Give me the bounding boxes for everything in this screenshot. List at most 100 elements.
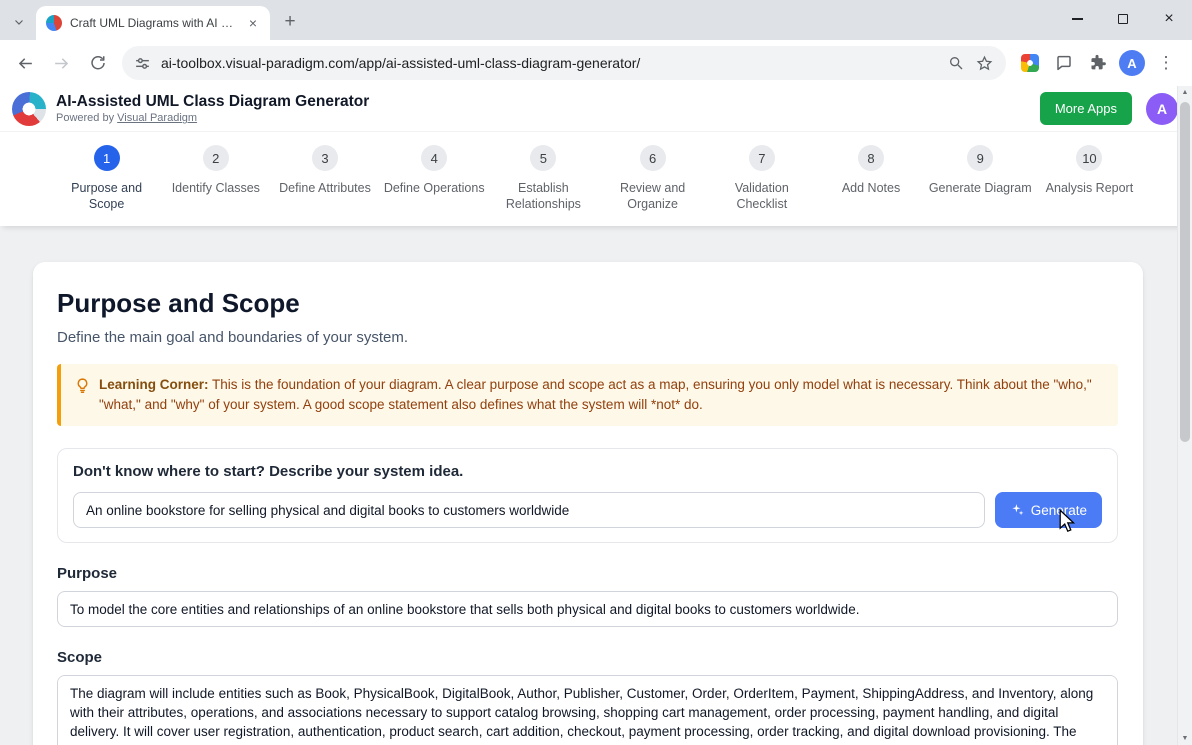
browser-action-button[interactable]	[1014, 47, 1046, 79]
account-avatar[interactable]: A	[1146, 93, 1178, 125]
lightbulb-icon	[74, 377, 91, 400]
address-bar[interactable]: ai-toolbox.visual-paradigm.com/app/ai-as…	[122, 46, 1006, 80]
zoom-icon	[948, 55, 964, 71]
maximize-icon	[1118, 14, 1128, 24]
back-arrow-icon	[16, 54, 35, 73]
step-label: Validation Checklist	[709, 180, 815, 213]
visual-paradigm-logo	[12, 92, 46, 126]
step-5-establish-relationships[interactable]: 5 Establish Relationships	[489, 145, 598, 213]
purpose-input[interactable]	[57, 591, 1118, 627]
extensions-puzzle-icon	[1089, 54, 1107, 72]
browser-menu-button[interactable]: ⋮	[1150, 47, 1182, 79]
scrollbar-up-icon[interactable]: ▲	[1178, 89, 1192, 96]
learning-corner-label: Learning Corner:	[99, 377, 209, 392]
ai-sparkle-icon	[1010, 503, 1024, 517]
profile-avatar-button[interactable]: A	[1116, 47, 1148, 79]
browser-toolbar: ai-toolbox.visual-paradigm.com/app/ai-as…	[0, 40, 1192, 86]
page-subtitle: Define the main goal and boundaries of y…	[57, 329, 1118, 346]
step-9-generate-diagram[interactable]: 9 Generate Diagram	[926, 145, 1035, 213]
bookmark-star-icon	[976, 55, 993, 72]
system-idea-input[interactable]	[73, 492, 985, 528]
browser-action-icon	[1021, 54, 1039, 72]
step-4-define-operations[interactable]: 4 Define Operations	[380, 145, 489, 213]
close-icon: ×	[1164, 11, 1173, 27]
step-7-validation-checklist[interactable]: 7 Validation Checklist	[707, 145, 816, 213]
step-number: 6	[640, 145, 666, 171]
forward-arrow-icon	[52, 54, 71, 73]
step-number: 8	[858, 145, 884, 171]
step-3-define-attributes[interactable]: 3 Define Attributes	[270, 145, 379, 213]
three-dot-menu-icon: ⋮	[1158, 53, 1175, 73]
step-label: Add Notes	[842, 180, 900, 196]
chevron-down-icon	[13, 16, 25, 28]
app-title-block: AI-Assisted UML Class Diagram Generator …	[56, 93, 369, 125]
browser-chrome: Craft UML Diagrams with AI - A... × + × …	[0, 0, 1192, 86]
page-content: Purpose and Scope Define the main goal a…	[0, 226, 1192, 745]
purpose-label: Purpose	[57, 565, 1118, 582]
step-number: 4	[421, 145, 447, 171]
page-title: Purpose and Scope	[57, 288, 1118, 319]
maximize-button[interactable]	[1100, 0, 1146, 38]
tab-strip: Craft UML Diagrams with AI - A... × + ×	[0, 0, 1192, 40]
system-idea-row: Generate	[73, 492, 1102, 528]
forward-button[interactable]	[44, 46, 78, 80]
step-label: Review and Organize	[600, 180, 706, 213]
generate-button[interactable]: Generate	[995, 492, 1102, 528]
tab-close-icon[interactable]: ×	[244, 14, 262, 32]
tab-title: Craft UML Diagrams with AI - A...	[70, 16, 236, 30]
step-label: Purpose and Scope	[54, 180, 160, 213]
powered-by: Powered by Visual Paradigm	[56, 112, 369, 124]
more-apps-button[interactable]: More Apps	[1040, 92, 1132, 125]
step-2-identify-classes[interactable]: 2 Identify Classes	[161, 145, 270, 213]
extensions-button[interactable]	[1082, 47, 1114, 79]
step-number: 10	[1076, 145, 1102, 171]
tab-search-button[interactable]	[6, 9, 32, 35]
system-idea-card: Don't know where to start? Describe your…	[57, 448, 1118, 543]
system-idea-heading: Don't know where to start? Describe your…	[73, 463, 1102, 480]
stepper: 1 Purpose and Scope 2 Identify Classes 3…	[0, 132, 1192, 226]
close-button[interactable]: ×	[1146, 0, 1192, 38]
chat-button[interactable]	[1048, 47, 1080, 79]
step-number: 2	[203, 145, 229, 171]
generate-button-label: Generate	[1031, 503, 1087, 518]
visual-paradigm-link[interactable]: Visual Paradigm	[117, 112, 197, 124]
step-10-analysis-report[interactable]: 10 Analysis Report	[1035, 145, 1144, 213]
tab-favicon-icon	[46, 15, 62, 31]
step-number: 3	[312, 145, 338, 171]
minimize-button[interactable]	[1054, 0, 1100, 38]
step-number: 9	[967, 145, 993, 171]
profile-avatar: A	[1119, 50, 1145, 76]
reload-icon	[88, 54, 106, 72]
zoom-button[interactable]	[942, 49, 970, 77]
scrollbar-down-icon[interactable]: ▼	[1178, 735, 1192, 742]
back-button[interactable]	[8, 46, 42, 80]
step-label: Define Attributes	[279, 180, 371, 196]
step-label: Generate Diagram	[929, 180, 1032, 196]
step-1-purpose-and-scope[interactable]: 1 Purpose and Scope	[52, 145, 161, 213]
step-number: 5	[530, 145, 556, 171]
step-label: Analysis Report	[1046, 180, 1134, 196]
chat-icon	[1055, 54, 1073, 72]
reload-button[interactable]	[80, 46, 114, 80]
step-number: 1	[94, 145, 120, 171]
step-8-add-notes[interactable]: 8 Add Notes	[816, 145, 925, 213]
step-label: Identify Classes	[172, 180, 260, 196]
app-title: AI-Assisted UML Class Diagram Generator	[56, 93, 369, 111]
url-text[interactable]: ai-toolbox.visual-paradigm.com/app/ai-as…	[161, 55, 942, 71]
step-label: Define Operations	[384, 180, 485, 196]
scope-textarea[interactable]: The diagram will include entities such a…	[57, 675, 1118, 745]
screen: { "browser": { "tab_title": "Craft UML D…	[0, 0, 1192, 745]
step-label: Establish Relationships	[490, 180, 596, 213]
step-6-review-and-organize[interactable]: 6 Review and Organize	[598, 145, 707, 213]
main-card: Purpose and Scope Define the main goal a…	[33, 262, 1143, 745]
scrollbar-thumb[interactable]	[1180, 102, 1190, 442]
learning-corner: Learning Corner: This is the foundation …	[57, 364, 1118, 427]
browser-tab[interactable]: Craft UML Diagrams with AI - A... ×	[36, 6, 270, 40]
new-tab-button[interactable]: +	[276, 8, 304, 36]
learning-corner-text: Learning Corner: This is the foundation …	[99, 375, 1102, 416]
step-number: 7	[749, 145, 775, 171]
site-info-icon[interactable]	[134, 55, 151, 72]
page-scrollbar[interactable]: ▲ ▼	[1177, 86, 1192, 745]
bookmark-star-button[interactable]	[970, 49, 998, 77]
app-header: AI-Assisted UML Class Diagram Generator …	[0, 86, 1192, 132]
